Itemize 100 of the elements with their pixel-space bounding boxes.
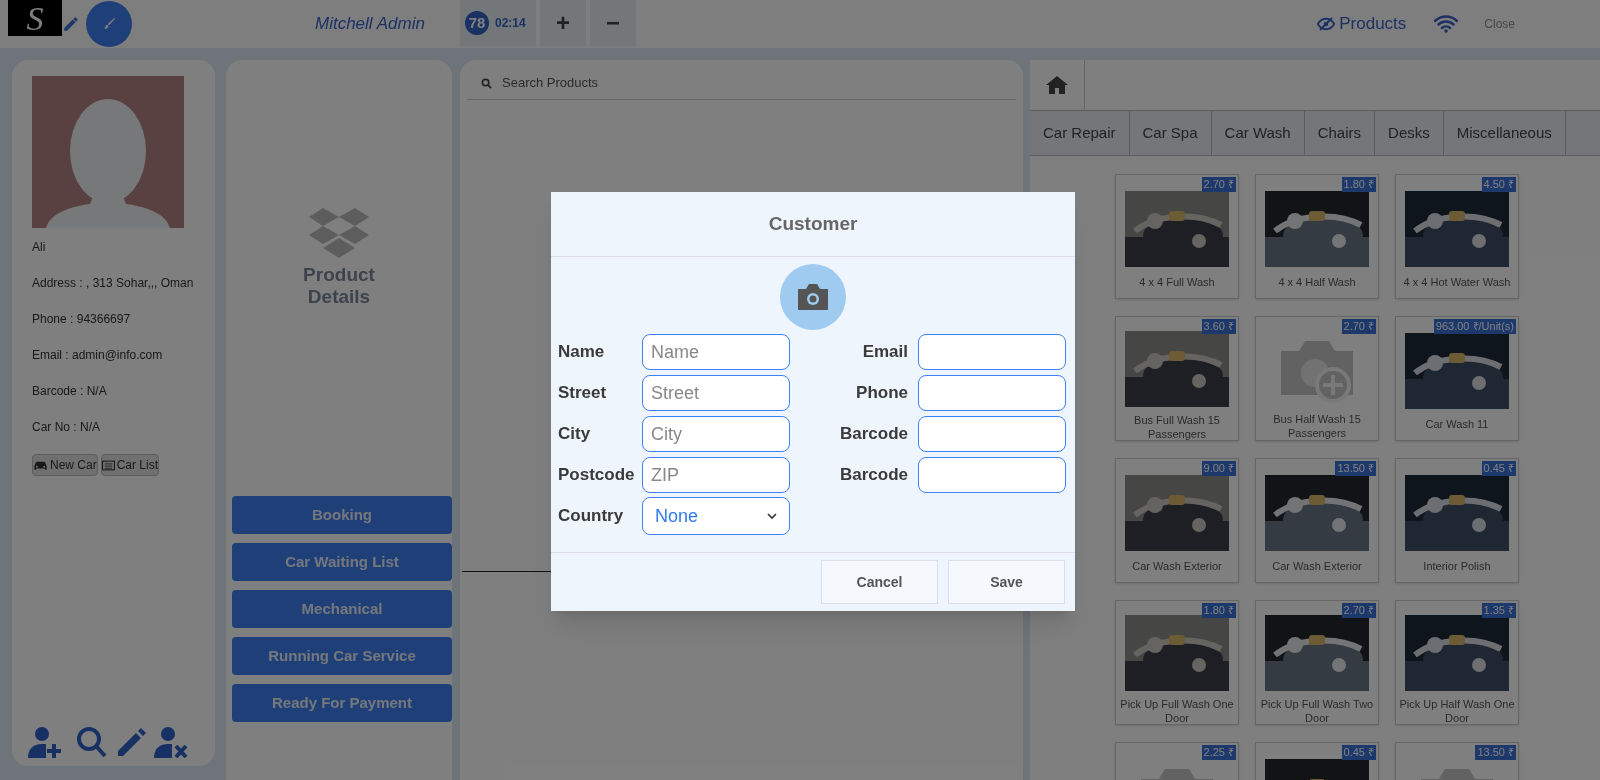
- dialog-title: Customer: [551, 192, 1075, 257]
- logo: S: [8, 0, 62, 36]
- category-tab[interactable]: Chairs: [1304, 111, 1376, 155]
- customer-name: Ali: [32, 239, 47, 256]
- category-tab[interactable]: Miscellaneous: [1443, 111, 1566, 155]
- product-card[interactable]: 0.45 ₹: [1255, 742, 1379, 780]
- product-card[interactable]: 2.70 ₹ Pick Up Full Wash Two Door: [1255, 600, 1379, 725]
- search-placeholder: Search Products: [502, 74, 599, 93]
- field-label: City: [558, 423, 592, 446]
- brush-icon: [101, 16, 117, 32]
- customer-detail: Car No : N/A: [32, 419, 101, 436]
- wifi-icon: [1434, 15, 1459, 33]
- product-name: Bus Full Wash 15 Passengers: [1133, 413, 1221, 441]
- input-field[interactable]: Name: [642, 334, 790, 370]
- category-tab[interactable]: Car Repair: [1030, 111, 1130, 155]
- action-button[interactable]: Running Car Service: [232, 637, 452, 675]
- product-card[interactable]: 4.50 ₹ 4 x 4 Hot Water Wash: [1395, 174, 1519, 299]
- country-select[interactable]: None: [642, 497, 790, 535]
- input-field[interactable]: [918, 457, 1066, 493]
- product-card[interactable]: 13.50 ₹: [1395, 742, 1519, 780]
- product-card[interactable]: 2.25 ₹: [1115, 742, 1239, 780]
- product-card[interactable]: 13.50 ₹ Car Wash Exterior: [1255, 458, 1379, 583]
- car-button[interactable]: Car List: [100, 454, 160, 476]
- product-card[interactable]: 2.70 ₹ 4 x 4 Full Wash: [1115, 174, 1239, 299]
- price-badge: 1.80 ₹: [1201, 603, 1236, 618]
- price-badge: 963.00 ₹/Unit(s): [1433, 319, 1516, 334]
- field-label: Street: [558, 382, 608, 405]
- input-field[interactable]: [918, 416, 1066, 452]
- product-card[interactable]: 1.80 ₹ Pick Up Full Wash One Door: [1115, 600, 1239, 725]
- field-label: Barcode: [838, 423, 909, 446]
- category-tab[interactable]: Desks: [1375, 111, 1444, 155]
- action-button[interactable]: Mechanical: [232, 590, 452, 628]
- field-label: Barcode: [838, 464, 909, 487]
- price-badge: 0.45 ₹: [1341, 745, 1376, 760]
- price-badge: 2.25 ₹: [1201, 745, 1236, 760]
- field-label: Email: [861, 341, 909, 364]
- product-name: Car Wash Exterior: [1271, 559, 1363, 573]
- product-card[interactable]: 1.35 ₹ Pick Up Half Wash One Door: [1395, 600, 1519, 725]
- search-field[interactable]: Search Products: [467, 67, 1016, 100]
- pencil-icon[interactable]: [116, 727, 146, 758]
- customer-detail: Email : admin@info.com: [32, 347, 164, 364]
- field-label: Phone: [855, 382, 909, 405]
- product-details-title: Product Details: [302, 264, 376, 308]
- price-badge: 2.70 ₹: [1341, 603, 1376, 618]
- product-card[interactable]: 2.70 ₹ Bus Half Wash 15 Passengers: [1255, 316, 1379, 441]
- customer-detail: Phone : 94366697: [32, 311, 132, 328]
- product-name: 4 x 4 Full Wash: [1138, 275, 1216, 289]
- product-name: Pick Up Full Wash Two Door: [1259, 697, 1375, 725]
- category-tab[interactable]: Car Wash: [1211, 111, 1305, 155]
- input-field[interactable]: [918, 375, 1066, 411]
- product-name: 4 x 4 Hot Water Wash: [1402, 275, 1512, 289]
- order-tab[interactable]: 78 02:14: [460, 0, 536, 46]
- product-card[interactable]: 3.60 ₹ Bus Full Wash 15 Passengers: [1115, 316, 1239, 441]
- dialog-button[interactable]: Cancel: [821, 560, 938, 604]
- category-tab[interactable]: Car Spa: [1129, 111, 1212, 155]
- brush-button[interactable]: [86, 1, 132, 47]
- remove-order-button[interactable]: −: [590, 0, 636, 46]
- car-button[interactable]: New Car: [32, 454, 98, 476]
- input-field[interactable]: ZIP: [642, 457, 790, 493]
- product-card[interactable]: 1.80 ₹ 4 x 4 Half Wash: [1255, 174, 1379, 299]
- product-name: Car Wash Exterior: [1131, 559, 1223, 573]
- order-badge: 78: [465, 11, 489, 35]
- products-toggle[interactable]: Products: [1317, 11, 1407, 37]
- product-card[interactable]: 0.45 ₹ Interior Polish: [1395, 458, 1519, 583]
- user-name: Mitchell Admin: [315, 13, 426, 36]
- search-icon: [481, 77, 492, 89]
- product-name: 4 x 4 Half Wash: [1277, 275, 1357, 289]
- add-order-button[interactable]: +: [540, 0, 586, 46]
- product-card[interactable]: 9.00 ₹ Car Wash Exterior: [1115, 458, 1239, 583]
- action-button[interactable]: Car Waiting List: [232, 543, 452, 581]
- field-label: Country: [558, 505, 625, 528]
- product-name: Car Wash 11: [1424, 417, 1490, 431]
- product-name: Pick Up Full Wash One Door: [1119, 697, 1235, 725]
- chevron-icon: [767, 512, 777, 520]
- car-icon: [33, 459, 48, 471]
- action-button[interactable]: Ready For Payment: [232, 684, 452, 722]
- product-name: Interior Polish: [1422, 559, 1492, 573]
- camera-icon: [796, 283, 830, 311]
- field-label: Postcode: [558, 464, 636, 487]
- input-field[interactable]: Street: [642, 375, 790, 411]
- list-icon: [101, 459, 115, 471]
- home-icon: [1045, 75, 1069, 95]
- price-badge: 1.80 ₹: [1341, 177, 1376, 192]
- pencil-icon[interactable]: [62, 15, 80, 33]
- customer-detail: Barcode : N/A: [32, 383, 108, 400]
- dialog-button[interactable]: Save: [948, 560, 1065, 604]
- price-badge: 3.60 ₹: [1201, 319, 1236, 334]
- search-icon[interactable]: [76, 726, 108, 758]
- input-field[interactable]: City: [642, 416, 790, 452]
- product-name: Bus Half Wash 15 Passengers: [1272, 412, 1362, 440]
- field-label: Name: [558, 341, 606, 364]
- customer-detail: Address : , 313 Sohar,,, Oman: [32, 275, 195, 292]
- action-button[interactable]: Booking: [232, 496, 452, 534]
- order-time: 02:14: [495, 15, 526, 32]
- input-field[interactable]: [918, 334, 1066, 370]
- product-card[interactable]: 963.00 ₹/Unit(s) Car Wash 11: [1395, 316, 1519, 441]
- eye-slash-icon: [1317, 17, 1336, 31]
- product-name: Pick Up Half Wash One Door: [1398, 697, 1516, 725]
- price-badge: 2.70 ₹: [1341, 319, 1376, 334]
- close-button[interactable]: Close: [1484, 15, 1515, 33]
